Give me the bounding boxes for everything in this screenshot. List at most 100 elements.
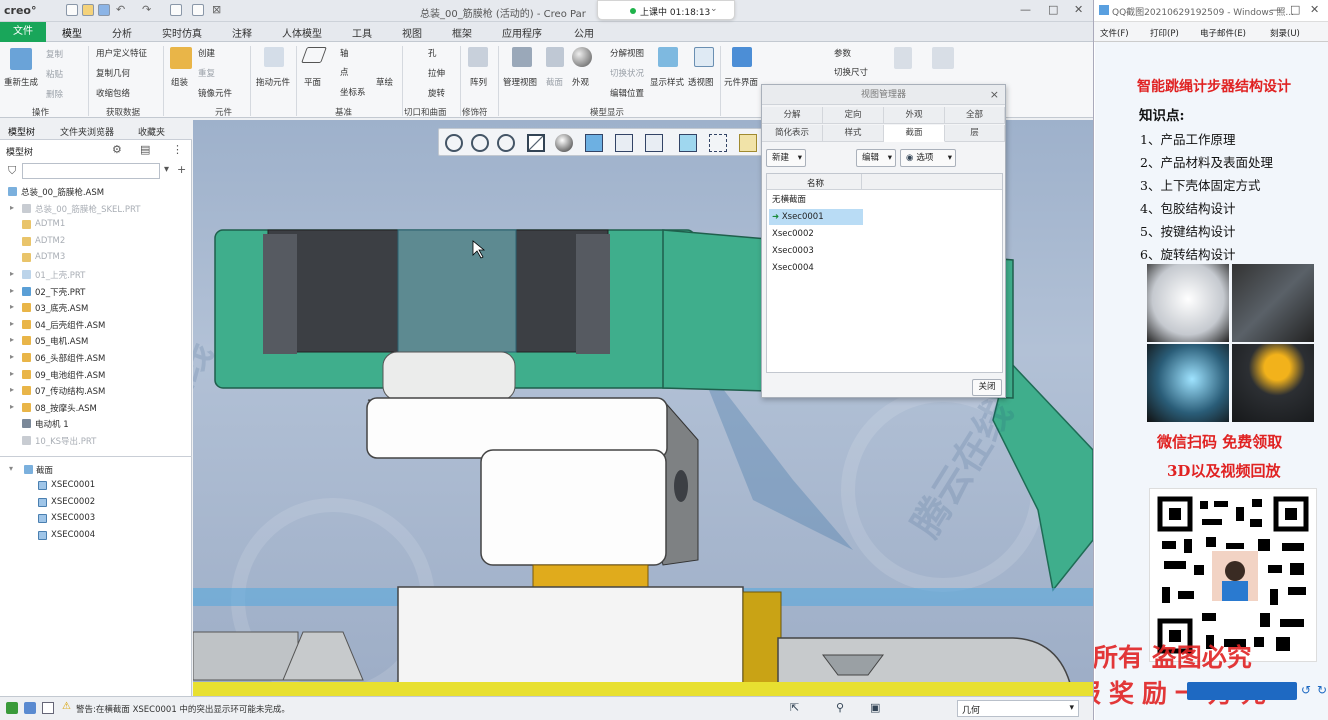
vm-edit-button[interactable]: 编辑 ▾ — [856, 149, 896, 167]
tab-annotate[interactable]: 注释 — [232, 25, 252, 40]
vm-tab-orient[interactable]: 定向 — [823, 107, 884, 124]
vm-section-row[interactable]: Xsec0002 — [769, 226, 863, 242]
tab-folder-browser[interactable]: 文件夹浏览器 — [60, 125, 114, 138]
menu-print[interactable]: 打印(P) — [1150, 27, 1179, 39]
section-row[interactable]: XSEC0002 — [0, 495, 192, 511]
tree-row[interactable]: ▸ 01_上壳.PRT — [0, 267, 192, 283]
copy-geometry-button[interactable]: 复制几何 — [96, 67, 130, 79]
tree-row[interactable]: ▸ 04_后壳组件.ASM — [0, 317, 192, 333]
revolve-button[interactable]: 旋转 — [428, 87, 445, 99]
tree-row[interactable]: ▸ 06_头部组件.ASM — [0, 350, 192, 366]
pattern-icon[interactable] — [468, 47, 488, 67]
switch-dimensions-button[interactable]: 切换尺寸 — [834, 66, 868, 78]
copy-button[interactable]: 复制 — [46, 48, 63, 60]
fullscreen-icon[interactable] — [42, 702, 54, 714]
expand-icon[interactable]: ▸ — [10, 385, 14, 394]
expand-icon[interactable]: ▸ — [10, 402, 14, 411]
sketch-button[interactable]: 草绘 — [376, 76, 393, 88]
collapse-icon[interactable]: ▾ — [9, 464, 13, 473]
section-row[interactable]: XSEC0004 — [0, 528, 192, 544]
tab-live-simulation[interactable]: 实时仿真 — [162, 25, 202, 40]
tree-row[interactable]: ▸ 05_电机.ASM — [0, 333, 192, 349]
vm-close-button[interactable]: 关闭 — [972, 379, 1002, 396]
pick-icon[interactable]: ⇱ — [790, 701, 799, 714]
tab-model-tree[interactable]: 模型树 — [8, 125, 35, 138]
vm-tab-appearance[interactable]: 外观 — [884, 107, 945, 124]
tree-filter-input[interactable] — [22, 163, 160, 179]
expand-icon[interactable]: ▸ — [10, 286, 14, 295]
tree-row[interactable]: ▸ 总装_00_筋膜枪_SKEL.PRT — [0, 201, 192, 217]
assemble-label[interactable]: 组装 — [171, 76, 188, 88]
filter-dropdown-icon[interactable]: ▾ — [164, 164, 169, 175]
new-file-icon[interactable] — [66, 4, 78, 16]
rotate-right-icon[interactable]: ↻ — [1317, 683, 1327, 697]
open-folder-icon[interactable] — [82, 4, 94, 16]
selection-buffer-icon[interactable]: ▣ — [870, 701, 880, 714]
display-style-label[interactable]: 显示样式 — [650, 76, 684, 88]
tab-view[interactable]: 视图 — [402, 25, 422, 40]
vm-tab-sections[interactable]: 截面 — [884, 125, 945, 142]
regenerate-icon[interactable] — [10, 48, 32, 70]
vm-section-row[interactable]: Xsec0004 — [769, 260, 863, 276]
browser-icon[interactable] — [24, 702, 36, 714]
expand-icon[interactable]: ▸ — [10, 335, 14, 344]
section-view-icon[interactable] — [645, 134, 663, 152]
udf-button[interactable]: 用户定义特征 — [96, 47, 147, 59]
redo-icon[interactable]: ↷ — [142, 3, 151, 16]
assemble-icon[interactable] — [170, 47, 192, 69]
drag-component-icon[interactable] — [264, 47, 284, 67]
section-row[interactable]: XSEC0003 — [0, 511, 192, 527]
tab-file[interactable]: 文件 — [0, 22, 46, 42]
regenerate-label[interactable]: 重新生成 — [4, 76, 38, 88]
live-class-indicator[interactable]: 上课中 01:18:13 ⌄ — [597, 0, 735, 20]
appearance-icon[interactable] — [572, 47, 592, 67]
plane-label[interactable]: 平面 — [304, 76, 321, 88]
perspective-view-icon[interactable] — [679, 134, 697, 152]
dialog-close-icon[interactable]: × — [990, 88, 999, 101]
extrude-button[interactable]: 拉伸 — [428, 67, 445, 79]
menu-burn[interactable]: 刻录(U) — [1270, 27, 1300, 39]
close-window-icon[interactable]: ⊠ — [212, 3, 221, 16]
minimize-button[interactable]: — — [1270, 3, 1281, 16]
named-views-icon[interactable] — [615, 134, 633, 152]
tab-framework[interactable]: 框架 — [452, 25, 472, 40]
annotation-display-icon[interactable] — [739, 134, 757, 152]
tree-row[interactable]: ▸ 07_传动结构.ASM — [0, 383, 192, 399]
vm-new-button[interactable]: 新建 ▾ — [766, 149, 806, 167]
rotate-left-icon[interactable]: ↺ — [1301, 683, 1311, 697]
section-row[interactable]: XSEC0001 — [0, 478, 192, 494]
tree-show-icon[interactable]: ▤ — [140, 143, 150, 156]
maximize-button[interactable]: □ — [1048, 3, 1058, 16]
delete-button[interactable]: 删除 — [46, 88, 63, 100]
bom-icon[interactable] — [894, 47, 912, 69]
tab-tools[interactable]: 工具 — [352, 25, 372, 40]
close-button[interactable]: ✕ — [1074, 3, 1083, 16]
tree-row[interactable]: ▸ 02_下壳.PRT — [0, 284, 192, 300]
repeat-button[interactable]: 重复 — [198, 67, 215, 79]
tree-row[interactable]: ▸ 09_电池组件.ASM — [0, 367, 192, 383]
regen-icon[interactable] — [170, 4, 182, 16]
paste-button[interactable]: 粘贴 — [46, 68, 63, 80]
viewer-controls[interactable] — [1187, 682, 1297, 700]
parameters-button[interactable]: 参数 — [834, 47, 851, 59]
find-icon[interactable]: ⚲ — [836, 701, 844, 714]
plane-icon[interactable] — [301, 47, 327, 63]
menu-email[interactable]: 电子邮件(E) — [1200, 27, 1246, 39]
vm-tab-all[interactable]: 全部 — [945, 107, 1005, 124]
tree-columns-icon[interactable]: ⋮ — [172, 143, 183, 156]
minimize-button[interactable]: — — [1020, 3, 1031, 16]
saved-orientations-icon[interactable] — [585, 134, 603, 152]
tree-row[interactable]: 总装_00_筋膜枪.ASM — [0, 184, 192, 200]
status-icon[interactable] — [6, 702, 18, 714]
component-interface-label[interactable]: 元件界面 — [724, 76, 758, 88]
expand-icon[interactable]: ▸ — [10, 352, 14, 361]
undo-icon[interactable]: ↶ — [116, 3, 125, 16]
perspective-icon[interactable] — [694, 47, 714, 67]
section-label[interactable]: 截面 — [546, 76, 563, 88]
tree-row[interactable]: ▸ 03_底壳.ASM — [0, 300, 192, 316]
tree-row[interactable]: ADTM2 — [0, 234, 192, 250]
manage-views-icon[interactable] — [512, 47, 532, 67]
save-icon[interactable] — [98, 4, 110, 16]
tab-common[interactable]: 公用 — [574, 25, 594, 40]
tree-row[interactable]: ADTM3 — [0, 250, 192, 266]
